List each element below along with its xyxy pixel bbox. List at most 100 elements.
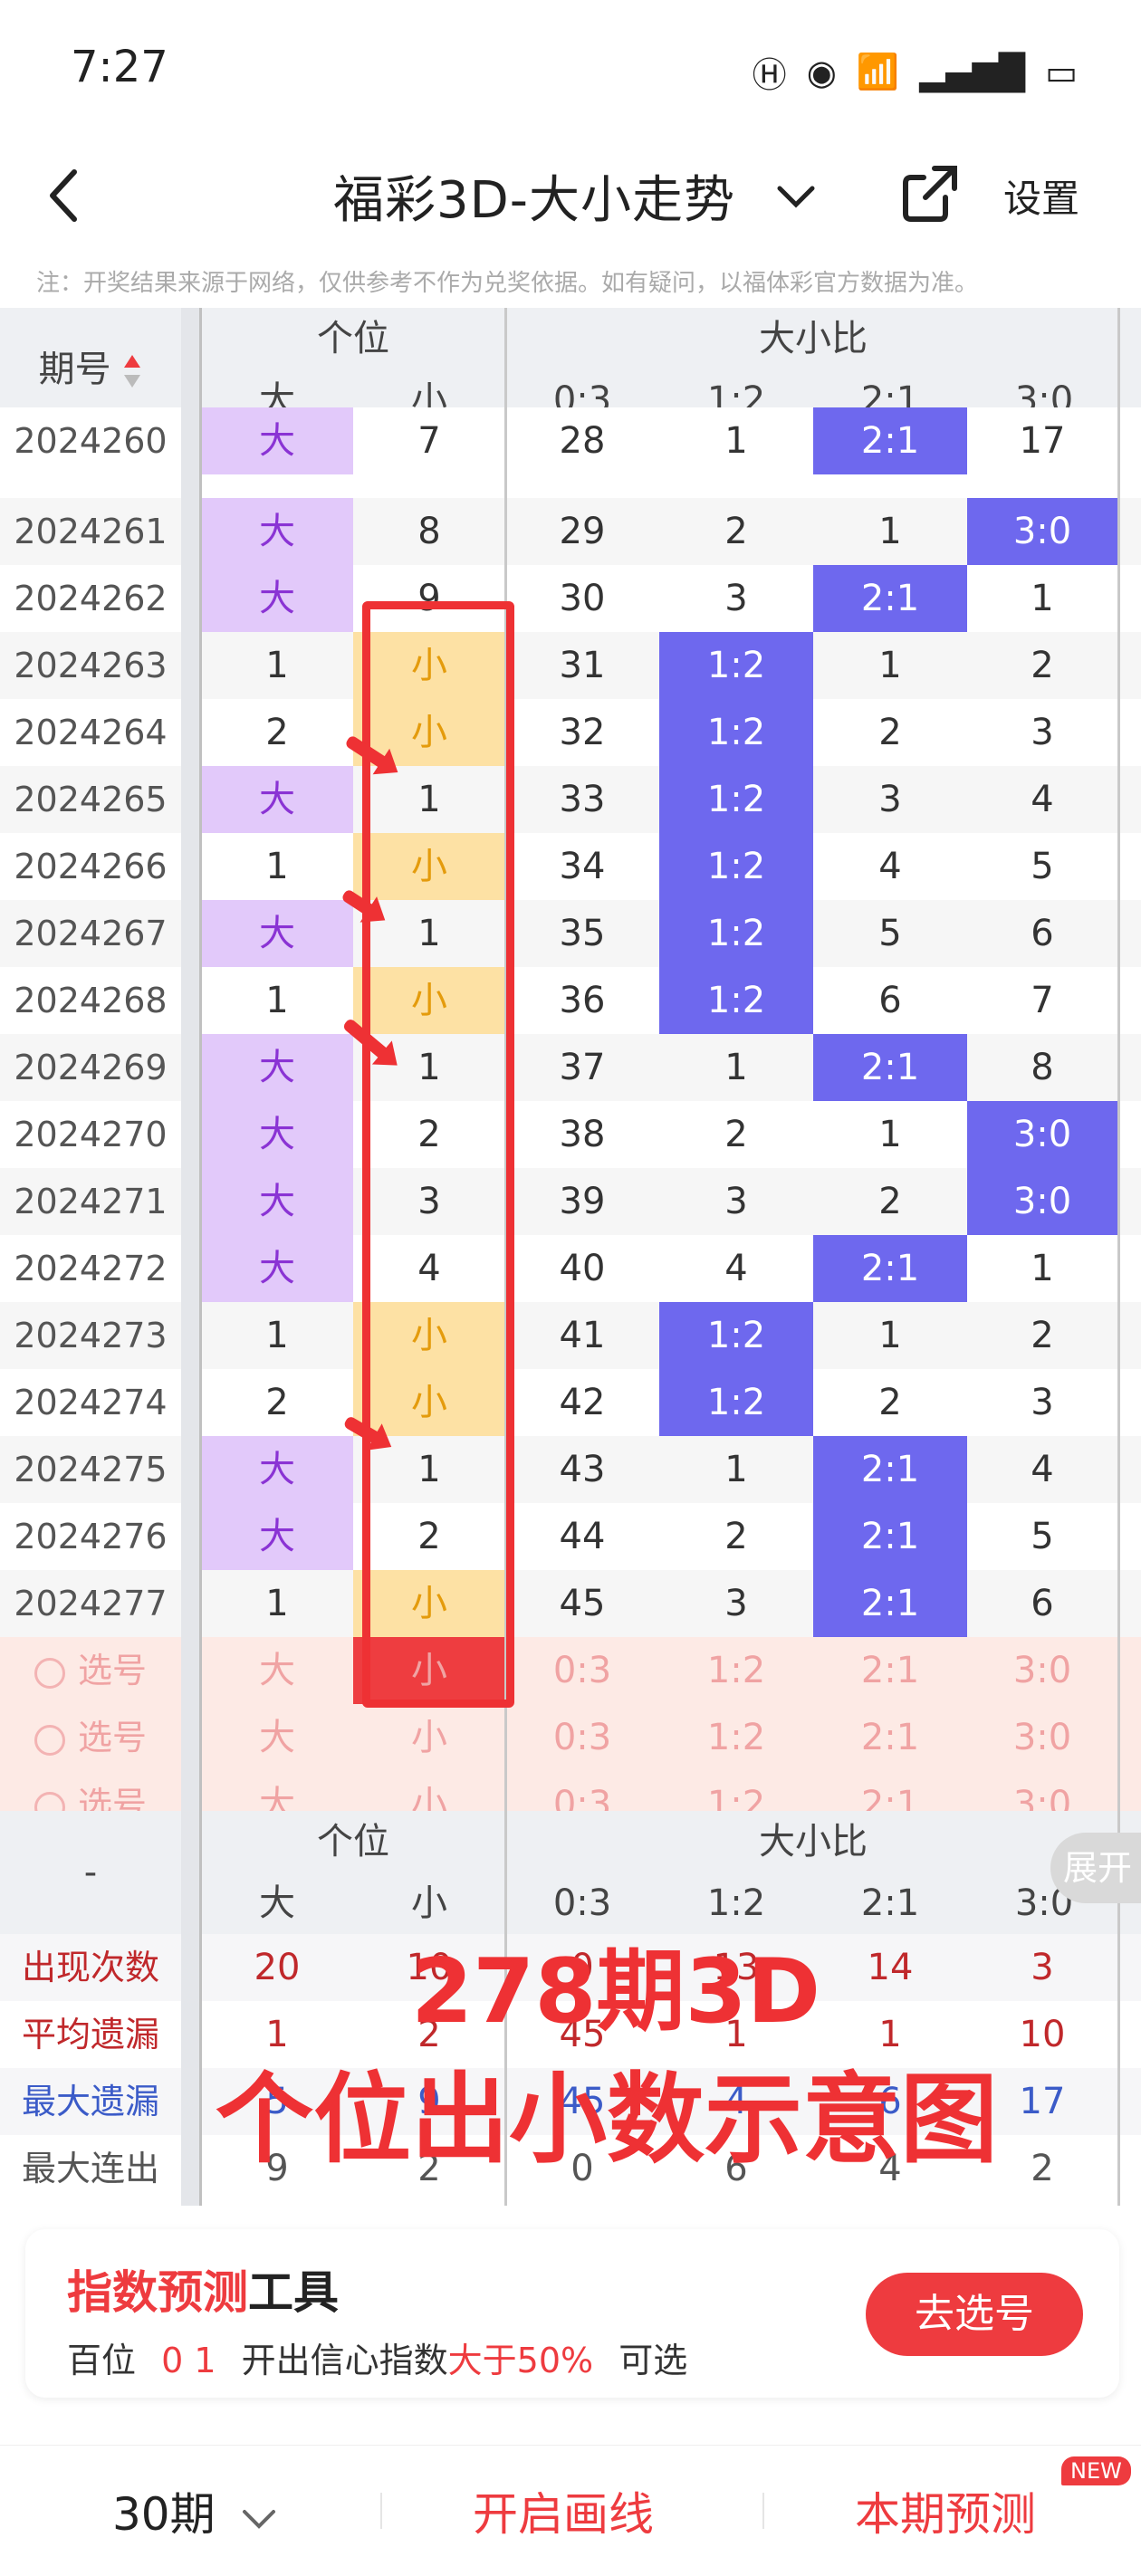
select-option[interactable]: 2:1 xyxy=(813,1704,967,1771)
divider xyxy=(199,308,202,2206)
table-row: 2024277 1 小 45 3 2:1 6 xyxy=(0,1570,1141,1637)
select-option[interactable]: 1:2 xyxy=(659,1637,813,1704)
table-cell: 28 xyxy=(559,420,606,462)
select-option[interactable]: 1:2 xyxy=(659,1704,813,1771)
period-count-dropdown[interactable]: 30期 xyxy=(112,2478,277,2543)
table-cell: 小 xyxy=(353,833,505,900)
select-label: 选号 xyxy=(77,1651,147,1690)
stats-label: 出现次数 xyxy=(21,1948,159,1987)
select-option[interactable]: 2:1 xyxy=(813,1637,967,1704)
table-cell: 39 xyxy=(559,1181,606,1222)
select-option[interactable]: 0:3 xyxy=(505,1704,659,1771)
select-option[interactable]: 3:0 xyxy=(967,1637,1117,1704)
select-option[interactable]: 大 xyxy=(201,1704,353,1771)
draw-line-button[interactable]: 开启画线 xyxy=(473,2478,654,2543)
back-icon[interactable] xyxy=(38,159,92,232)
table-cell: 大 xyxy=(201,1436,353,1503)
table-cell: 大 xyxy=(201,498,353,565)
table-cell: 2:1 xyxy=(813,1436,967,1503)
table-cell: 36 xyxy=(559,980,606,1021)
period-cell: 2024264 xyxy=(14,713,168,752)
tool-title-accent: 指数预测 xyxy=(67,2266,248,2319)
select-option[interactable]: 0:3 xyxy=(505,1637,659,1704)
table-cell: 44 xyxy=(559,1516,606,1557)
table-cell: 3:0 xyxy=(967,498,1117,565)
overlay-subtitle: 个位出小数示意图 xyxy=(215,2064,998,2177)
go-select-button[interactable]: 去选号 xyxy=(866,2273,1083,2356)
table-cell: 1 xyxy=(1031,1248,1054,1289)
share-icon[interactable] xyxy=(898,161,962,225)
table-cell: 大 xyxy=(201,407,353,474)
settings-button[interactable]: 设置 xyxy=(1003,168,1079,224)
table-row: 2024271 大 3 39 3 2 3:0 xyxy=(0,1168,1141,1235)
status-icons: Ⓗ ◉ 📶 ▂▄▆█ ▭ xyxy=(753,47,1078,97)
period-cell: 2024268 xyxy=(14,981,168,1020)
table-cell: 2 xyxy=(878,1181,902,1222)
table-cell: 3:0 xyxy=(967,1168,1117,1235)
table-row: 2024270 大 2 38 2 1 3:0 xyxy=(0,1101,1141,1168)
select-option[interactable]: 3:0 xyxy=(967,1704,1117,1771)
table-cell: 3 xyxy=(1031,712,1054,753)
tool-desc-text: 开出信心指数 xyxy=(241,2341,448,2380)
period-header-label: 期号 xyxy=(38,349,111,390)
table-cell: 1:2 xyxy=(659,967,813,1034)
table-row: 2024272 大 4 40 4 2:1 1 xyxy=(0,1235,1141,1302)
table-row: 2024264 2 小 32 1:2 2 3 xyxy=(0,699,1141,766)
table-cell: 1 xyxy=(724,420,748,462)
status-bar: 7:27 Ⓗ ◉ 📶 ▂▄▆█ ▭ xyxy=(0,0,1141,136)
select-option[interactable]: 小 xyxy=(353,1637,505,1704)
select-row-label[interactable]: 选号 xyxy=(0,1704,181,1771)
table-cell: 2:1 xyxy=(813,1034,967,1101)
table-cell: 1:2 xyxy=(659,766,813,833)
table-cell: 2 xyxy=(265,1382,289,1423)
radio-icon[interactable] xyxy=(34,1657,65,1689)
table-cell: 大 xyxy=(201,900,353,967)
table-cell: 2 xyxy=(724,511,748,552)
table-cell: 1:2 xyxy=(659,900,813,967)
table-cell: 2 xyxy=(417,1114,441,1155)
sort-icon xyxy=(124,355,141,388)
table-row: 2024262 大 9 30 3 2:1 1 xyxy=(0,565,1141,632)
period-cell: 2024277 xyxy=(14,1584,168,1623)
table-row: 2024267 大 1 35 1:2 5 6 xyxy=(0,900,1141,967)
stats-group-ratio: 大小比 xyxy=(759,1821,868,1863)
table-cell: 3 xyxy=(417,1181,441,1222)
chevron-down-icon[interactable] xyxy=(774,174,818,217)
tool-title-plain: 工具 xyxy=(248,2266,339,2319)
table-cell: 1:2 xyxy=(659,699,813,766)
period-cell: 2024272 xyxy=(14,1249,168,1288)
page-title[interactable]: 福彩3D-大小走势 xyxy=(333,159,735,233)
table-cell: 32 xyxy=(559,712,606,753)
period-cell: 2024265 xyxy=(14,780,168,819)
table-cell: 6 xyxy=(1031,1583,1054,1624)
table-cell: 33 xyxy=(559,779,606,820)
nav-bar: 福彩3D-大小走势 设置 xyxy=(0,136,1141,254)
table-cell: 41 xyxy=(559,1315,606,1356)
current-prediction-button[interactable]: 本期预测 xyxy=(855,2478,1036,2543)
period-cell: 2024274 xyxy=(14,1383,168,1422)
stats-header-dash: - xyxy=(83,1852,98,1893)
radio-icon[interactable] xyxy=(34,1724,65,1756)
period-cell: 2024271 xyxy=(14,1182,168,1221)
table-row: 2024260 大 7 28 1 2:1 17 xyxy=(0,407,1141,474)
select-row-label[interactable]: 选号 xyxy=(0,1637,181,1704)
table-cell: 2 xyxy=(265,712,289,753)
table-cell: 大 xyxy=(201,1503,353,1570)
expand-button[interactable]: 展开 xyxy=(1050,1833,1141,1903)
table-row: 2024265 大 1 33 1:2 3 4 xyxy=(0,766,1141,833)
table-cell: 3 xyxy=(1031,1382,1054,1423)
select-option[interactable]: 小 xyxy=(353,1704,505,1771)
wifi-icon: 📶 xyxy=(856,52,900,91)
table-cell: 大 xyxy=(201,1168,353,1235)
tool-desc-suffix: 可选 xyxy=(618,2341,688,2380)
table-cell: 2:1 xyxy=(813,1570,967,1637)
table-cell: 2 xyxy=(878,1382,902,1423)
select-option[interactable]: 大 xyxy=(201,1637,353,1704)
table-cell: 30 xyxy=(559,578,606,619)
table-cell: 7 xyxy=(1031,980,1054,1021)
bottom-bar: 30期 开启画线 本期预测 NEW xyxy=(0,2445,1141,2576)
table-cell: 1 xyxy=(265,1583,289,1624)
stats-col-big: 大 xyxy=(259,1882,295,1924)
tool-desc-digits: 0 1 xyxy=(161,2341,216,2380)
table-cell: 2:1 xyxy=(813,1235,967,1302)
